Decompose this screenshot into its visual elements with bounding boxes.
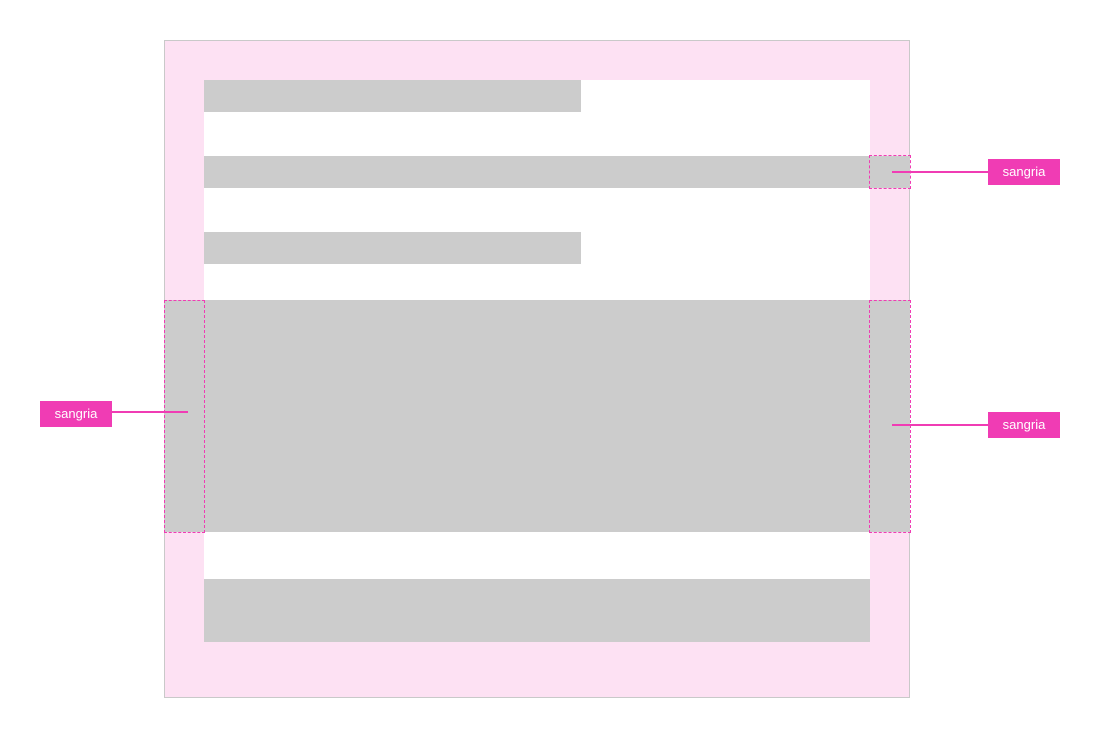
annotation-label-middle-right: sangria (988, 412, 1060, 438)
annotation-label-middle-left: sangria (40, 401, 112, 427)
placeholder-block-bleed-right (204, 156, 910, 188)
leader-line-middle-left (112, 411, 188, 413)
placeholder-block-heading (204, 80, 581, 112)
leader-line-top-right (892, 171, 988, 173)
leader-line-middle-right (892, 424, 988, 426)
bleed-highlight-middle-right (869, 300, 911, 533)
bleed-highlight-middle-left (164, 300, 205, 533)
placeholder-block-subheading (204, 232, 581, 264)
placeholder-block-full-bleed (164, 300, 910, 532)
placeholder-block-footer (204, 579, 870, 642)
annotation-label-top-right: sangria (988, 159, 1060, 185)
